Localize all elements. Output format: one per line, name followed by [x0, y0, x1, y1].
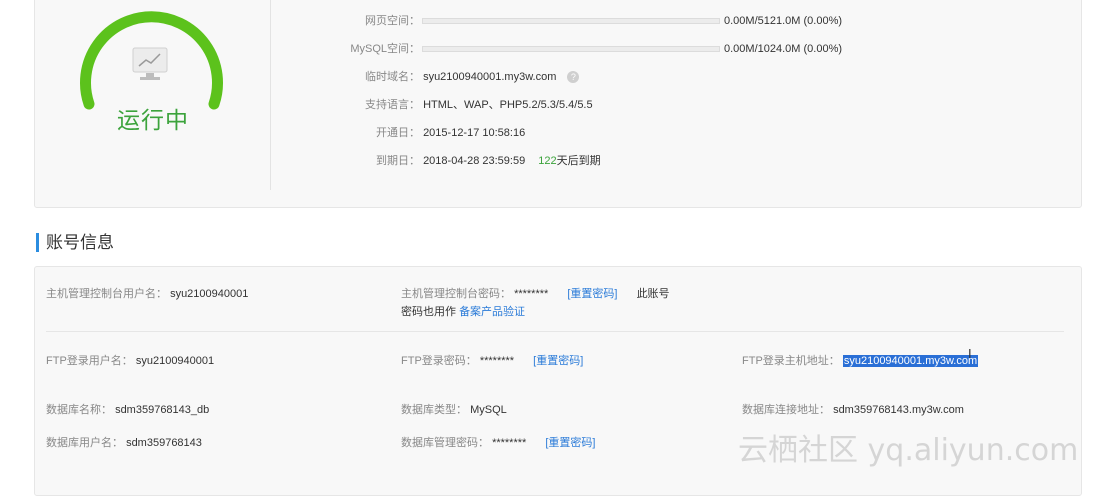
- ftp-pwd-field: FTP登录密码： ******** [重置密码]: [401, 352, 583, 368]
- db-host-value: sdm359768143.my3w.com: [833, 404, 964, 416]
- open-date-label: 开通日：: [376, 127, 420, 139]
- db-name-field: 数据库名称： sdm359768143_db: [46, 401, 209, 417]
- db-user-value: sdm359768143: [126, 437, 202, 449]
- db-name-value: sdm359768143_db: [115, 404, 210, 416]
- console-reset-password-link[interactable]: [重置密码]: [567, 288, 617, 300]
- ftp-pwd-value: ********: [479, 355, 515, 367]
- db-user-field: 数据库用户名： sdm359768143: [46, 434, 202, 450]
- db-type-label: 数据库类型：: [401, 404, 467, 416]
- expire-date-label: 到期日：: [376, 155, 420, 167]
- languages-label: 支持语言：: [365, 99, 420, 111]
- monitor-chart-icon: [132, 47, 168, 80]
- filing-verify-link[interactable]: 备案产品验证: [459, 306, 525, 318]
- console-pwd-note-line: 密码也用作 备案产品验证: [401, 303, 525, 319]
- web-space-label: 网页空间：: [365, 15, 420, 27]
- mysql-space-value: 0.00M/1024.0M (0.00%): [724, 43, 843, 55]
- console-pwd-note2: 密码也用作: [401, 306, 456, 318]
- text-cursor-icon: I: [968, 346, 972, 361]
- ftp-user-value: syu2100940001: [135, 355, 215, 367]
- ftp-user-field: FTP登录用户名： syu2100940001: [46, 352, 214, 368]
- console-pwd-field: 主机管理控制台密码： ******** [重置密码] 此账号: [401, 285, 670, 301]
- db-pwd-label: 数据库管理密码：: [401, 437, 489, 449]
- web-space-bar: [422, 18, 720, 25]
- expire-date-row: 到期日： 2018-04-28 23:59:59 122天后到期: [350, 152, 601, 168]
- languages-value: HTML、WAP、PHP5.2/5.3/5.4/5.5: [423, 99, 593, 111]
- temp-domain-value[interactable]: syu2100940001.my3w.com: [423, 71, 556, 83]
- languages-row: 支持语言： HTML、WAP、PHP5.2/5.3/5.4/5.5: [350, 96, 593, 112]
- mysql-space-row: MySQL空间： 0.00M/1024.0M (0.00%): [350, 40, 842, 56]
- ftp-host-field: FTP登录主机地址： syu2100940001.my3w.com: [742, 352, 979, 368]
- status-label: 运行中: [117, 107, 189, 133]
- db-type-value: MySQL: [470, 404, 507, 416]
- db-reset-password-link[interactable]: [重置密码]: [545, 437, 595, 449]
- temp-domain-row: 临时域名： syu2100940001.my3w.com ?: [350, 68, 580, 84]
- web-space-value: 0.00M/5121.0M (0.00%): [724, 15, 843, 27]
- mysql-space-label: MySQL空间：: [350, 43, 420, 55]
- temp-domain-label: 临时域名：: [365, 71, 420, 83]
- open-date-value: 2015-12-17 10:58:16: [423, 127, 526, 139]
- db-name-label: 数据库名称：: [46, 404, 112, 416]
- db-host-label: 数据库连接地址：: [742, 404, 830, 416]
- account-divider: [46, 331, 1064, 332]
- watermark: 云栖社区 yq.aliyun.com: [738, 433, 1079, 468]
- ftp-user-label: FTP登录用户名：: [46, 355, 133, 367]
- console-pwd-label: 主机管理控制台密码：: [401, 288, 511, 300]
- console-user-field: 主机管理控制台用户名： syu2100940001: [46, 285, 248, 301]
- console-user-value: syu2100940001: [170, 288, 249, 300]
- ftp-reset-password-link[interactable]: [重置密码]: [533, 355, 583, 367]
- db-pwd-value: ********: [492, 437, 527, 449]
- web-space-row: 网页空间： 0.00M/5121.0M (0.00%): [350, 12, 842, 28]
- ftp-host-label: FTP登录主机地址：: [742, 355, 840, 367]
- mysql-space-bar: [422, 46, 720, 53]
- console-pwd-note: 此账号: [636, 288, 670, 300]
- console-user-label: 主机管理控制台用户名：: [46, 288, 167, 300]
- db-user-label: 数据库用户名：: [46, 437, 123, 449]
- db-host-field: 数据库连接地址： sdm359768143.my3w.com: [742, 401, 964, 417]
- db-pwd-field: 数据库管理密码： ******** [重置密码]: [401, 434, 596, 450]
- days-left-suffix: 天后到期: [556, 155, 601, 167]
- panel-divider: [270, 0, 271, 190]
- account-section-title: 账号信息: [36, 233, 114, 252]
- help-icon[interactable]: ?: [567, 71, 580, 84]
- open-date-row: 开通日： 2015-12-17 10:58:16: [350, 124, 525, 140]
- console-pwd-value: ********: [514, 288, 549, 300]
- ftp-pwd-label: FTP登录密码：: [401, 355, 477, 367]
- expire-date-value: 2018-04-28 23:59:59: [423, 155, 526, 167]
- ftp-host-value[interactable]: syu2100940001.my3w.com: [842, 355, 979, 367]
- days-left-count: 122: [538, 155, 557, 167]
- db-type-field: 数据库类型： MySQL: [401, 401, 507, 417]
